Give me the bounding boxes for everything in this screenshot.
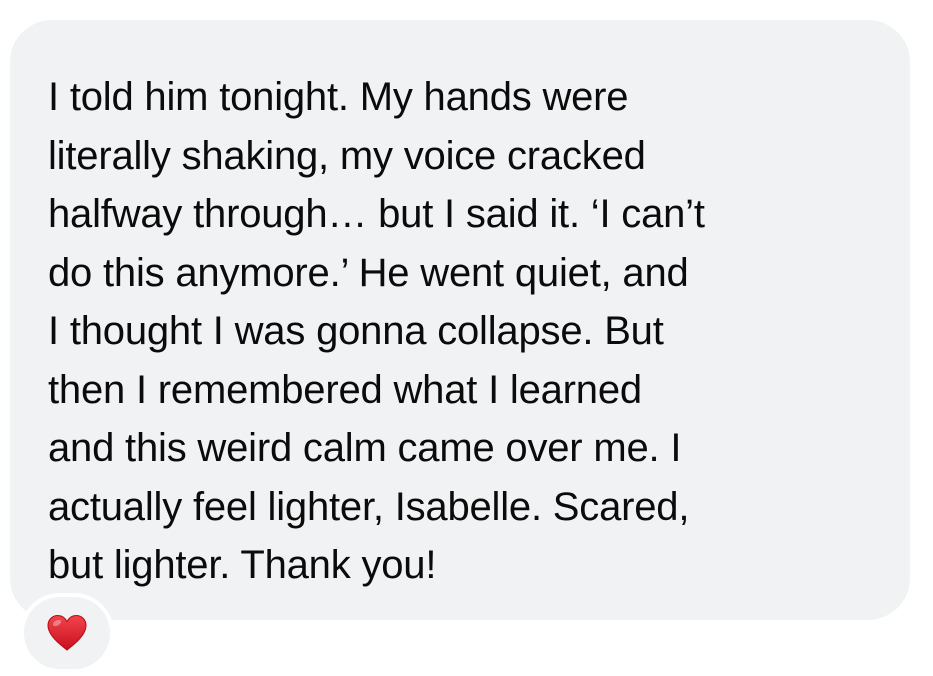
message-line: literally shaking, my voice cracked: [48, 133, 646, 178]
message-line: and this weird calm came over me. I: [48, 426, 682, 470]
message-line: I told him tonight. My hands were: [48, 75, 629, 119]
red-heart-icon: [46, 614, 88, 652]
reaction-badge[interactable]: [20, 593, 114, 673]
message-line: but lighter. Thank you!: [48, 543, 437, 587]
message-line: halfway through… but I said it. ‘I can’t: [48, 192, 705, 236]
message-line: do this anymore.’ He went quiet, and: [48, 250, 689, 295]
message-text: I told him tonight. My hands were litera…: [48, 68, 870, 595]
message-bubble[interactable]: I told him tonight. My hands were litera…: [10, 20, 910, 620]
message-line: actually feel lighter, Isabelle. Scared,: [48, 484, 690, 529]
message-line: I thought I was gonna collapse. But: [48, 309, 664, 353]
message-line: then I remembered what I learned: [48, 367, 642, 412]
